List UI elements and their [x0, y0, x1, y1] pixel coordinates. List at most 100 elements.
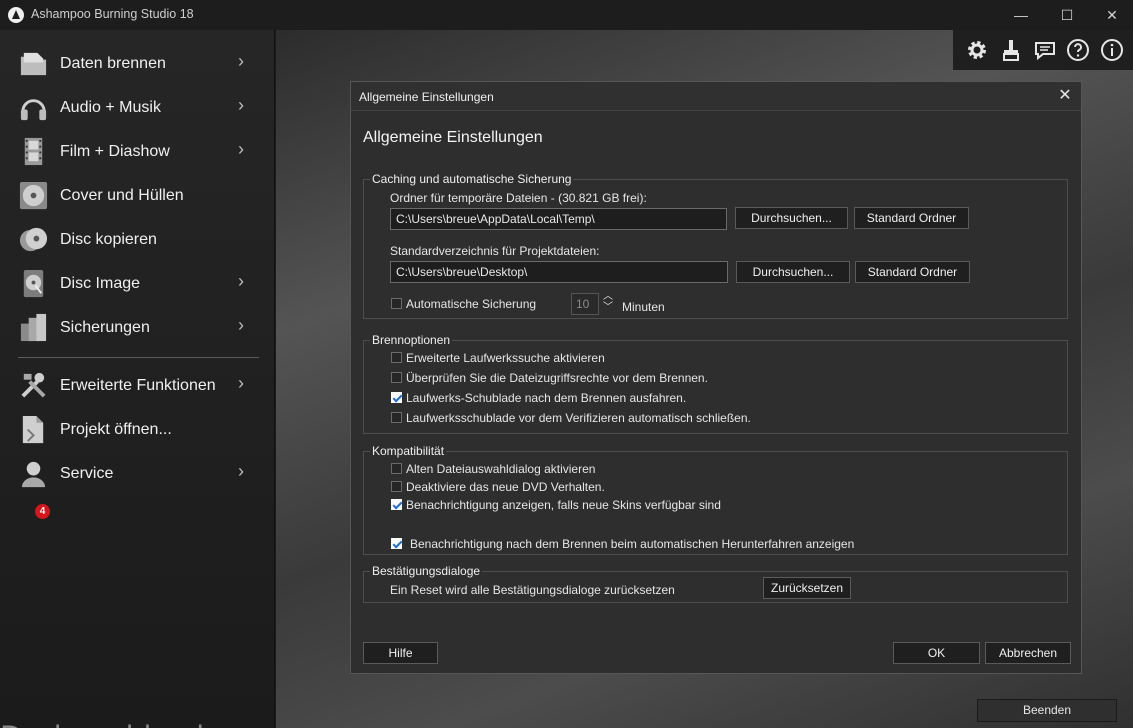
help-icon[interactable] [1066, 38, 1090, 62]
reset-info-text: Ein Reset wird alle Bestätigungsdialoge … [390, 583, 675, 597]
sidebar-item-disc-image[interactable]: Disc Image › [0, 262, 275, 306]
dialog-title: Allgemeine Einstellungen [359, 90, 494, 104]
project-browse-button[interactable]: Durchsuchen... [736, 261, 850, 283]
sidebar-item-projekt-oeffnen[interactable]: Projekt öffnen... [0, 408, 275, 452]
chevron-up-icon[interactable]: ︿ [601, 291, 615, 302]
app-title: Ashampoo Burning Studio 18 [31, 7, 194, 21]
burn-option-label: Erweiterte Laufwerkssuche aktivieren [406, 351, 605, 365]
info-icon[interactable] [1100, 38, 1124, 62]
chevron-right-icon: › [238, 139, 244, 159]
minutes-stepper[interactable]: ︿ ﹀ [601, 291, 615, 315]
burn-option-label: Überprüfen Sie die Dateizugriffsrechte v… [406, 371, 708, 385]
sidebar-item-cover-huellen[interactable]: Cover und Hüllen [0, 174, 275, 218]
temp-folder-label: Ordner für temporäre Dateien - (30.821 G… [390, 191, 647, 205]
open-project-icon [22, 415, 44, 444]
sidebar-item-label: Projekt öffnen... [60, 421, 172, 438]
chevron-right-icon: › [238, 461, 244, 481]
feedback-icon[interactable] [1033, 38, 1057, 62]
service-user-icon [21, 461, 46, 488]
temp-default-folder-button[interactable]: Standard Ordner [854, 207, 969, 229]
dialog-heading: Allgemeine Einstellungen [363, 129, 543, 146]
group-title: Brennoptionen [370, 333, 453, 347]
sidebar-item-label: Film + Diashow [60, 143, 170, 160]
sidebar: Daten brennen › Audio + Musik › Film + D… [0, 30, 275, 728]
caching-group: Caching und automatische Sicherung Ordne… [363, 172, 1068, 319]
sidebar-item-erweiterte-funktionen[interactable]: Erweiterte Funktionen › [0, 364, 275, 408]
sidebar-item-disc-kopieren[interactable]: Disc kopieren [0, 218, 275, 262]
dialog-title-bar: Allgemeine Einstellungen ✕ [351, 82, 1081, 111]
sidebar-item-service[interactable]: Service › [0, 452, 275, 496]
compat-option-checkbox-2[interactable] [391, 499, 402, 510]
disc-image-icon [23, 269, 44, 298]
gear-icon[interactable] [965, 38, 989, 62]
autosave-label: Automatische Sicherung [406, 297, 537, 311]
watermark-text: Deskmodder.de [0, 720, 221, 728]
headphones-icon [20, 99, 47, 121]
autosave-minutes-input[interactable]: 10 [571, 293, 599, 315]
sidebar-item-label: Audio + Musik [60, 99, 161, 116]
film-strip-icon [24, 137, 43, 166]
sidebar-item-label: Cover und Hüllen [60, 187, 184, 204]
maximize-button[interactable]: ☐ [1044, 0, 1090, 30]
notification-badge: 4 [35, 504, 50, 519]
top-toolbar [953, 30, 1133, 70]
group-title: Kompatibilität [370, 444, 447, 458]
quit-button[interactable]: Beenden [977, 699, 1117, 722]
burn-option-checkbox-2[interactable] [391, 392, 402, 403]
chevron-down-icon[interactable]: ﹀ [601, 302, 615, 313]
reset-button[interactable]: Zurücksetzen [763, 577, 851, 599]
burn-options-group: Brennoptionen Erweiterte Laufwerkssuche … [363, 333, 1068, 434]
brush-icon[interactable] [999, 38, 1023, 62]
burn-option-label: Laufwerks-Schublade nach dem Brennen aus… [406, 391, 687, 405]
disc-cover-icon [19, 181, 48, 210]
sidebar-item-label: Erweiterte Funktionen [60, 377, 216, 394]
cancel-button[interactable]: Abbrechen [985, 642, 1071, 664]
sidebar-item-film-diashow[interactable]: Film + Diashow › [0, 130, 275, 174]
compat-option-label: Benachrichtigung anzeigen, falls neue Sk… [406, 498, 721, 512]
minutes-label: Minuten [622, 300, 665, 314]
sidebar-item-sicherungen[interactable]: Sicherungen › [0, 306, 275, 350]
settings-dialog: Allgemeine Einstellungen ✕ Allgemeine Ei… [350, 81, 1082, 674]
minimize-button[interactable]: — [998, 0, 1044, 30]
compat-option-checkbox-0[interactable] [391, 463, 402, 474]
project-folder-input[interactable]: C:\Users\breue\Desktop\ [390, 261, 728, 283]
title-bar: Ashampoo Burning Studio 18 — ☐ ✕ [0, 0, 1133, 30]
group-title: Bestätigungsdialoge [370, 564, 483, 578]
sidebar-divider [18, 357, 259, 358]
compat-option-checkbox-1[interactable] [391, 481, 402, 492]
project-folder-label: Standardverzeichnis für Projektdateien: [390, 244, 600, 258]
burn-option-checkbox-0[interactable] [391, 352, 402, 363]
chevron-right-icon: › [238, 315, 244, 335]
tools-icon [21, 372, 46, 398]
autosave-checkbox[interactable] [391, 298, 402, 309]
chevron-right-icon: › [238, 51, 244, 71]
dialog-close-icon[interactable]: ✕ [1055, 86, 1075, 106]
sidebar-item-audio-musik[interactable]: Audio + Musik › [0, 86, 275, 130]
backup-icon [20, 313, 47, 342]
data-folder-icon [20, 52, 47, 76]
chevron-right-icon: › [238, 95, 244, 115]
sidebar-item-label: Disc Image [60, 275, 141, 292]
app-logo-icon [8, 7, 24, 23]
temp-browse-button[interactable]: Durchsuchen... [735, 207, 848, 229]
compat-option-label: Benachrichtigung nach dem Brennen beim a… [410, 537, 855, 551]
sidebar-item-label: Daten brennen [60, 55, 166, 72]
sidebar-item-label: Service [60, 465, 114, 482]
temp-folder-input[interactable]: C:\Users\breue\AppData\Local\Temp\ [390, 208, 727, 230]
compat-option-label: Deaktiviere das neue DVD Verhalten. [406, 480, 605, 494]
sidebar-item-daten-brennen[interactable]: Daten brennen › [0, 42, 275, 86]
disc-copy-icon [19, 227, 48, 252]
burn-option-label: Laufwerksschublade vor dem Verifizieren … [406, 411, 751, 425]
confirm-dialogs-group: Bestätigungsdialoge Ein Reset wird alle … [363, 564, 1068, 603]
project-default-folder-button[interactable]: Standard Ordner [855, 261, 970, 283]
help-button[interactable]: Hilfe [363, 642, 438, 664]
compatibility-group: Kompatibilität Alten Dateiauswahldialog … [363, 444, 1068, 555]
close-button[interactable]: ✕ [1089, 0, 1133, 30]
group-title: Caching und automatische Sicherung [370, 172, 574, 186]
compat-option-checkbox-3[interactable] [391, 538, 402, 549]
burn-option-checkbox-3[interactable] [391, 412, 402, 423]
chevron-right-icon: › [238, 373, 244, 393]
ok-button[interactable]: OK [893, 642, 980, 664]
compat-option-label: Alten Dateiauswahldialog aktivieren [406, 462, 596, 476]
burn-option-checkbox-1[interactable] [391, 372, 402, 383]
